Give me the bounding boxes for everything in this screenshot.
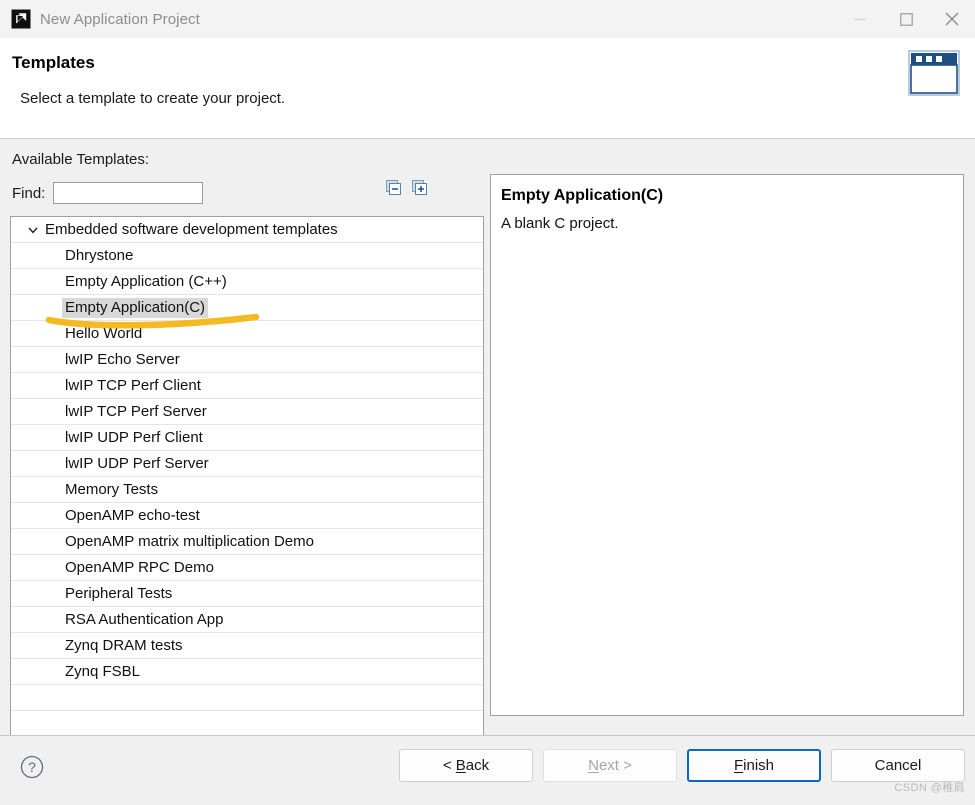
tree-item[interactable]: RSA Authentication App	[11, 607, 483, 633]
tree-item[interactable]: Memory Tests	[11, 477, 483, 503]
tree-item-label: RSA Authentication App	[65, 611, 224, 628]
description-text: A blank C project.	[501, 215, 619, 232]
dialog-body: Available Templates: Find: Embedded soft…	[0, 139, 975, 794]
available-templates-label: Available Templates:	[12, 151, 150, 168]
collapse-all-icon[interactable]	[386, 180, 402, 196]
button-label: Next >	[588, 757, 632, 774]
tree-item-label: Empty Application (C++)	[65, 273, 227, 290]
tree-item[interactable]: lwIP UDP Perf Server	[11, 451, 483, 477]
new-application-project-dialog: New Application Project Templates Select…	[0, 0, 975, 805]
tree-item-label: Peripheral Tests	[65, 585, 173, 602]
description-title: Empty Application(C)	[501, 187, 664, 204]
tree-item[interactable]: lwIP TCP Perf Server	[11, 399, 483, 425]
tree-item-label: lwIP TCP Perf Client	[65, 377, 201, 394]
tree-item-label: OpenAMP echo-test	[65, 507, 200, 524]
button-label: < Back	[442, 757, 490, 774]
dialog-header: Templates Select a template to create yo…	[0, 38, 975, 138]
next-button: Next >	[543, 749, 677, 782]
find-input[interactable]	[53, 182, 204, 204]
close-icon	[945, 12, 959, 26]
tree-toolbar	[386, 180, 428, 196]
tree-item[interactable]: Peripheral Tests	[11, 581, 483, 607]
tree-item-label: lwIP Echo Server	[65, 351, 180, 368]
tree-item-label: Memory Tests	[65, 481, 159, 498]
tree-item[interactable]: Empty Application(C)	[11, 295, 483, 321]
tree-item-label: Empty Application(C)	[62, 298, 209, 318]
maximize-icon	[899, 12, 913, 26]
tree-item[interactable]: Dhrystone	[11, 243, 483, 269]
tree-item[interactable]: OpenAMP RPC Demo	[11, 555, 483, 581]
tree-item[interactable]: Empty Application (C++)	[11, 269, 483, 295]
app-icon	[10, 8, 32, 30]
chevron-down-icon[interactable]	[25, 217, 41, 243]
tree-filler-row	[11, 685, 483, 711]
page-title: Templates	[12, 53, 95, 72]
dialog-footer: ? < Back Next > Finish Cancel CSDN @稚肩	[0, 736, 975, 805]
window-title: New Application Project	[40, 10, 200, 28]
dialog-button-bar: < Back Next > Finish Cancel	[399, 749, 965, 782]
tree-item[interactable]: lwIP Echo Server	[11, 347, 483, 373]
window-titlebar: New Application Project	[0, 0, 975, 38]
tree-item[interactable]: lwIP UDP Perf Client	[11, 425, 483, 451]
tree-item-label: lwIP UDP Perf Server	[65, 455, 209, 472]
watermark: CSDN @稚肩	[894, 782, 965, 794]
maximize-button[interactable]	[883, 0, 929, 38]
tree-item-label: lwIP UDP Perf Client	[65, 429, 203, 446]
finish-button[interactable]: Finish	[687, 749, 821, 782]
window-controls	[837, 0, 975, 38]
tree-item-label: OpenAMP matrix multiplication Demo	[65, 533, 314, 550]
tree-group-label: Embedded software development templates	[45, 221, 338, 238]
tree-item[interactable]: OpenAMP echo-test	[11, 503, 483, 529]
find-row: Find:	[12, 181, 204, 205]
templates-tree[interactable]: Embedded software development templates …	[10, 216, 484, 794]
tree-item-label: Zynq DRAM tests	[65, 637, 183, 654]
tree-item[interactable]: OpenAMP matrix multiplication Demo	[11, 529, 483, 555]
tree-item[interactable]: lwIP TCP Perf Client	[11, 373, 483, 399]
tree-item[interactable]: Hello World	[11, 321, 483, 347]
page-subtitle: Select a template to create your project…	[20, 90, 286, 107]
tree-item-list: Dhrystone Empty Application (C++) Empty Ap…	[11, 243, 483, 685]
close-button[interactable]	[929, 0, 975, 38]
tree-item-label: Hello World	[65, 325, 143, 342]
minimize-button[interactable]	[837, 0, 883, 38]
expand-all-icon[interactable]	[412, 180, 428, 196]
minimize-icon	[854, 18, 866, 21]
tree-item-label: Dhrystone	[65, 247, 134, 264]
back-button[interactable]: < Back	[399, 749, 533, 782]
tree-item-label: Zynq FSBL	[65, 663, 141, 680]
cancel-button[interactable]: Cancel	[831, 749, 965, 782]
svg-text:?: ?	[28, 759, 36, 775]
tree-item[interactable]: Zynq FSBL	[11, 659, 483, 685]
help-question-icon[interactable]: ?	[20, 755, 44, 779]
button-label: Finish	[733, 757, 775, 774]
find-label: Find:	[12, 184, 46, 202]
tree-item[interactable]: Zynq DRAM tests	[11, 633, 483, 659]
tree-group-embedded-templates[interactable]: Embedded software development templates	[11, 217, 483, 243]
button-label: Cancel	[874, 757, 922, 774]
tree-item-label: OpenAMP RPC Demo	[65, 559, 214, 576]
new-project-window-icon	[905, 45, 963, 103]
template-description-panel: Empty Application(C) A blank C project.	[490, 174, 964, 716]
tree-item-label: lwIP TCP Perf Server	[65, 403, 207, 420]
